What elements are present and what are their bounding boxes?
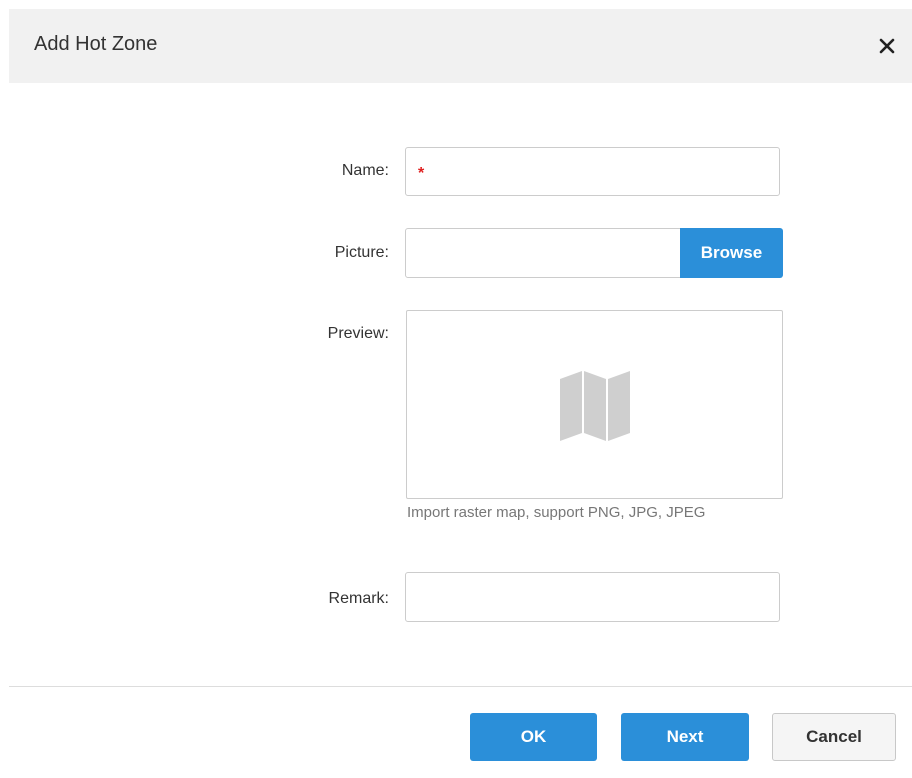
preview-hint: Import raster map, support PNG, JPG, JPE… (407, 504, 706, 521)
close-icon[interactable] (872, 31, 902, 61)
remark-label: Remark: (328, 590, 389, 607)
preview-label: Preview: (327, 325, 389, 342)
picture-label: Picture: (334, 244, 389, 261)
cancel-button[interactable]: Cancel (772, 713, 896, 761)
required-marker: * (418, 165, 425, 182)
next-button[interactable]: Next (621, 713, 749, 761)
remark-input[interactable] (405, 572, 780, 622)
preview-box (406, 310, 783, 499)
footer-divider (9, 686, 912, 687)
ok-button[interactable]: OK (470, 713, 597, 761)
browse-button[interactable]: Browse (680, 228, 783, 278)
map-icon (560, 371, 630, 441)
dialog-title: Add Hot Zone (34, 33, 158, 55)
dialog-header: Add Hot Zone (9, 9, 912, 83)
name-input[interactable] (405, 147, 780, 196)
add-hot-zone-dialog: Add Hot Zone Name: * Picture: Browse Pre… (0, 0, 912, 778)
name-label: Name: (341, 162, 389, 179)
picture-path-input[interactable] (405, 228, 682, 278)
